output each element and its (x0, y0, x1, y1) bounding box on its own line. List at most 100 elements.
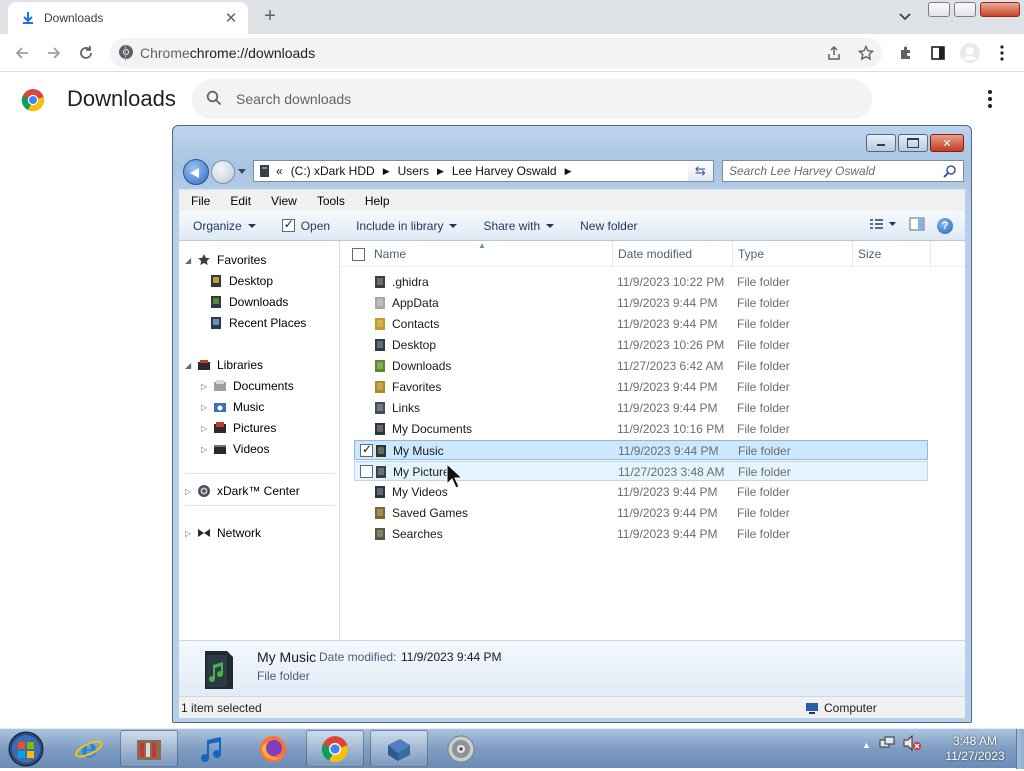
expand-arrow-icon[interactable]: ◢ (185, 256, 193, 265)
chrome-menu-icon[interactable] (990, 41, 1014, 65)
breadcrumb-drive[interactable]: (C:) xDark HDD (291, 164, 375, 178)
taskbar-chrome-icon[interactable] (306, 730, 364, 767)
network-tray-icon[interactable] (879, 735, 895, 754)
view-options-icon[interactable] (869, 217, 897, 234)
show-desktop-button[interactable] (1016, 729, 1024, 769)
breadcrumb-arrow-icon[interactable]: ▶ (565, 166, 572, 177)
chrome-minimize-button[interactable] (928, 2, 950, 17)
column-divider[interactable] (612, 241, 613, 267)
collapsed-arrow-icon[interactable]: ▷ (185, 529, 193, 538)
breadcrumb-users[interactable]: Users (398, 164, 429, 178)
downloads-menu-icon[interactable] (980, 88, 1000, 110)
column-date-modified[interactable]: Date modified (618, 247, 692, 261)
chrome-restore-button[interactable] (954, 2, 976, 17)
nav-recent-places[interactable]: Recent Places (209, 316, 306, 330)
breadcrumb-overflow[interactable]: « (276, 164, 283, 178)
nav-libraries[interactable]: ◢ Libraries (185, 358, 263, 372)
expand-arrow-icon[interactable]: ◢ (185, 361, 193, 370)
nav-pictures[interactable]: ▷ Pictures (201, 421, 276, 435)
menu-view[interactable]: View (259, 194, 305, 208)
file-row[interactable]: My Pictures 11/27/2023 3:48 AM File folder (354, 461, 928, 481)
side-panel-icon[interactable] (926, 41, 950, 65)
tab-search-chevron-icon[interactable] (895, 8, 915, 26)
address-bar[interactable]: « (C:) xDark HDD ▶ Users ▶ Lee Harvey Os… (253, 160, 711, 182)
explorer-close-button[interactable]: ✕ (930, 134, 964, 152)
volume-muted-icon[interactable] (903, 734, 921, 754)
file-row[interactable]: Favorites 11/9/2023 9:44 PM File folder (354, 377, 928, 397)
share-icon[interactable] (822, 41, 846, 65)
explorer-search-input[interactable] (729, 164, 939, 178)
column-name[interactable]: Name (374, 247, 406, 261)
collapsed-arrow-icon[interactable]: ▷ (185, 487, 193, 496)
menu-file[interactable]: File (179, 194, 218, 208)
breadcrumb-arrow-icon[interactable]: ▶ (437, 166, 444, 177)
taskbar-ie-icon[interactable]: e (60, 730, 118, 767)
show-hidden-icons-arrow-icon[interactable]: ▲ (862, 740, 871, 750)
column-divider[interactable] (852, 241, 853, 267)
extensions-puzzle-icon[interactable] (894, 41, 918, 65)
nav-xdark-center[interactable]: ▷ xDark™ Center (185, 484, 300, 498)
breadcrumb-arrow-icon[interactable]: ▶ (383, 166, 390, 177)
nav-desktop[interactable]: Desktop (209, 274, 273, 288)
taskbar-firefox-icon[interactable] (244, 730, 302, 767)
collapsed-arrow-icon[interactable]: ▷ (201, 382, 209, 391)
file-row[interactable]: My Music 11/9/2023 9:44 PM File folder (354, 440, 928, 460)
column-divider[interactable] (732, 241, 733, 267)
menu-edit[interactable]: Edit (218, 194, 259, 208)
column-size[interactable]: Size (858, 247, 881, 261)
column-type[interactable]: Type (738, 247, 764, 261)
nav-downloads[interactable]: Downloads (209, 295, 288, 309)
file-row[interactable]: Downloads 11/27/2023 6:42 AM File folder (354, 356, 928, 376)
nav-network[interactable]: ▷ Network (185, 526, 261, 540)
row-checkbox[interactable] (360, 442, 373, 457)
downloads-search-box[interactable] (192, 79, 872, 119)
explorer-minimize-button[interactable] (866, 134, 896, 152)
explorer-forward-button[interactable] (211, 160, 235, 184)
file-row[interactable]: Desktop 11/9/2023 10:26 PM File folder (354, 335, 928, 355)
help-icon[interactable]: ? (937, 217, 953, 234)
file-row[interactable]: Saved Games 11/9/2023 9:44 PM File folder (354, 503, 928, 523)
file-row[interactable]: My Documents 11/9/2023 10:16 PM File folde… (354, 419, 928, 439)
chrome-close-button[interactable] (980, 2, 1020, 17)
collapsed-arrow-icon[interactable]: ▷ (201, 403, 209, 412)
file-row[interactable]: AppData 11/9/2023 9:44 PM File folder (354, 293, 928, 313)
taskbar-explorer-icon[interactable] (370, 730, 428, 767)
tab-downloads[interactable]: Downloads ✕ (8, 2, 248, 34)
preview-pane-icon[interactable] (909, 217, 925, 234)
nav-favorites[interactable]: ◢ Favorites (185, 253, 266, 267)
explorer-maximize-button[interactable] (898, 134, 928, 152)
close-tab-icon[interactable]: ✕ (222, 9, 240, 27)
downloads-search-input[interactable] (236, 91, 736, 107)
column-divider[interactable] (930, 241, 931, 267)
row-checkbox[interactable] (360, 465, 373, 478)
new-folder-button[interactable]: New folder (566, 219, 649, 233)
recent-pages-dropdown-icon[interactable] (238, 169, 246, 174)
file-row[interactable]: Contacts 11/9/2023 9:44 PM File folder (354, 314, 928, 334)
breadcrumb-user[interactable]: Lee Harvey Oswald (452, 164, 557, 178)
new-tab-button[interactable]: + (258, 6, 282, 28)
reload-icon[interactable] (74, 41, 98, 65)
open-button[interactable]: Open (268, 217, 342, 233)
forward-arrow-icon[interactable] (42, 41, 66, 65)
back-arrow-icon[interactable] (10, 41, 34, 65)
omnibox[interactable]: Chrome chrome://downloads (110, 38, 882, 68)
select-all-checkbox[interactable] (352, 248, 365, 261)
taskbar-dvd-icon[interactable] (432, 730, 490, 767)
nav-music[interactable]: ▷ Music (201, 400, 264, 414)
file-row[interactable]: My Videos 11/9/2023 9:44 PM File folder (354, 482, 928, 502)
file-row[interactable]: Links 11/9/2023 9:44 PM File folder (354, 398, 928, 418)
file-row[interactable]: Searches 11/9/2023 9:44 PM File folder (354, 524, 928, 544)
menu-tools[interactable]: Tools (305, 194, 353, 208)
taskbar-itunes-icon[interactable] (184, 730, 242, 767)
file-row[interactable]: .ghidra 11/9/2023 10:22 PM File folder (354, 272, 928, 292)
organize-button[interactable]: Organize (179, 219, 268, 233)
nav-videos[interactable]: ▷ Videos (201, 442, 269, 456)
start-button[interactable] (6, 730, 46, 768)
collapsed-arrow-icon[interactable]: ▷ (201, 445, 209, 454)
include-in-library-button[interactable]: Include in library (342, 219, 469, 233)
nav-documents[interactable]: ▷ Documents (201, 379, 294, 393)
system-clock[interactable]: 3:48 AM 11/27/2023 (940, 734, 1010, 764)
refresh-icon[interactable]: ⇆ (688, 160, 714, 182)
bookmark-star-icon[interactable] (854, 41, 878, 65)
explorer-back-button[interactable] (183, 159, 209, 185)
